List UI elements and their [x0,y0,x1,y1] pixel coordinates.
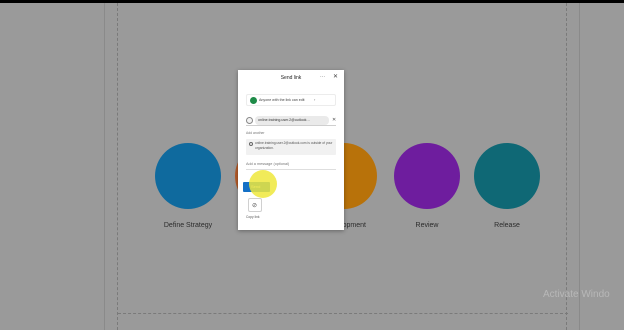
recipient-field[interactable]: online.training.user.2@outlook… ✕ [246,116,336,126]
activation-watermark: Activate Windo [543,289,610,300]
dialog-title: Send link [280,75,302,81]
guide-line [118,313,568,314]
guide-line [117,3,118,330]
globe-icon [250,97,257,104]
copy-link-icon-box: ⊘ [248,198,262,212]
add-another-input[interactable]: Add another [246,131,264,135]
slide-border [104,3,105,330]
cursor-highlight [249,170,277,198]
message-input[interactable]: Add a message (optional) [246,162,336,170]
link-settings-button[interactable]: Anyone with the link can edit › [246,94,336,106]
warning-text: online.training.user.2@outlook.com is ou… [255,141,333,150]
info-icon [249,142,253,146]
recipient-email: online.training.user.2@outlook… [258,118,310,122]
copy-link-label: Copy link [246,215,260,219]
link-scope-text: Anyone with the link can edit [259,98,305,102]
avatar-icon [246,117,253,124]
recipient-chip[interactable]: online.training.user.2@outlook… [255,116,329,125]
step-circle-define-strategy[interactable] [155,143,221,209]
step-label: Release [494,222,520,229]
remove-recipient-icon[interactable]: ✕ [332,117,336,123]
link-icon: ⊘ [252,203,258,209]
step-circle-review[interactable] [394,143,460,209]
step-label: Review [415,222,439,229]
chevron-right-icon: › [314,97,316,102]
external-warning: online.training.user.2@outlook.com is ou… [246,139,336,155]
step-label: Define Strategy [163,222,213,229]
close-icon[interactable]: ✕ [333,73,338,80]
step-circle-release[interactable] [474,143,540,209]
guide-line [566,3,567,330]
send-link-dialog: Send link ··· ✕ Anyone with the link can… [238,70,344,230]
more-icon[interactable]: ··· [320,74,325,80]
slide-border [579,3,580,330]
